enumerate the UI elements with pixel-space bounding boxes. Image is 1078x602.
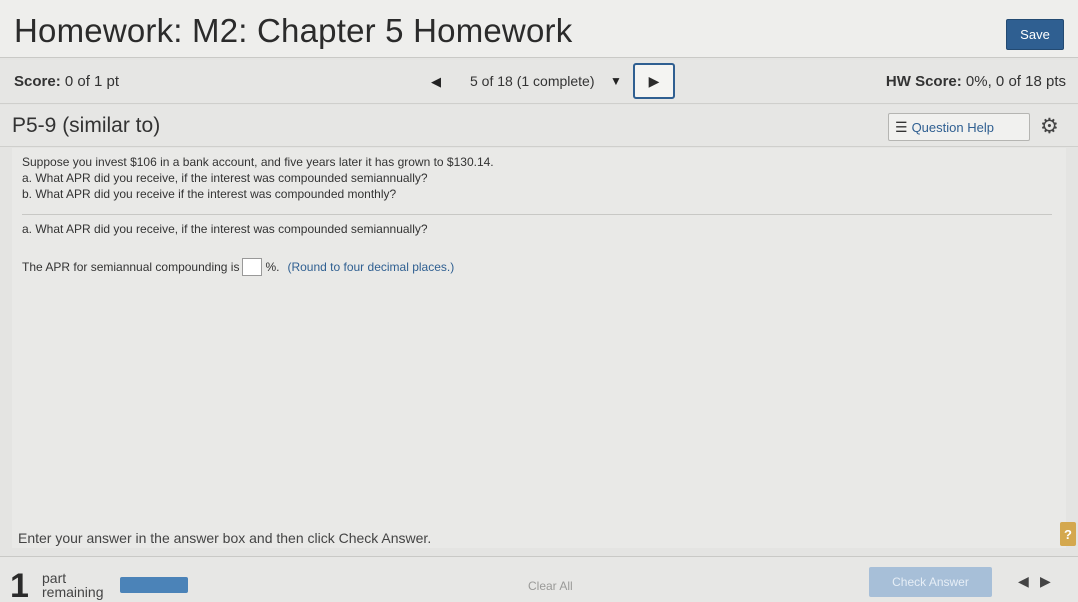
parts-progress-fill [120,577,188,593]
answer-suffix: %. [265,260,280,274]
question-id: P5-9 (similar to) [12,114,161,137]
current-part-question: a. What APR did you receive, if the inte… [22,222,428,236]
footer-next-icon[interactable]: ▶ [1040,573,1051,590]
check-answer-button[interactable]: Check Answer [869,567,992,597]
parts-remaining-count: 1 [10,567,29,602]
question-dropdown-icon[interactable]: ▼ [610,74,622,88]
apr-answer-input[interactable] [242,258,263,276]
parts-progress-bar [120,577,188,593]
hw-score: HW Score: 0%, 0 of 18 pts [886,73,1066,90]
parts-remaining-label: part remaining [42,571,103,599]
answer-instruction: Enter your answer in the answer box and … [18,530,432,546]
header-bar: Homework: M2: Chapter 5 Homework Save [0,0,1078,58]
problem-text: Suppose you invest $106 in a bank accoun… [22,155,494,169]
question-bar: P5-9 (similar to) ☰ Question Help ⚙ [0,105,1078,147]
next-question-button[interactable]: ▶ [633,63,675,99]
save-button[interactable]: Save [1006,19,1064,50]
parts-label-line-1: part [42,570,67,586]
gear-icon[interactable]: ⚙ [1040,114,1059,139]
answer-line: The APR for semiannual compounding is %.… [22,258,454,276]
problem-part-a: a. What APR did you receive, if the inte… [22,171,428,185]
answer-prefix: The APR for semiannual compounding is [22,260,240,274]
question-panel: Suppose you invest $106 in a bank accoun… [12,148,1066,548]
rounding-hint: (Round to four decimal places.) [287,260,455,274]
previous-question-icon[interactable]: ◀ [431,74,441,90]
score: Score: 0 of 1 pt [14,73,119,90]
next-question-icon: ▶ [648,72,660,89]
question-help-label: Question Help [911,119,994,135]
problem-statement: Suppose you invest $106 in a bank accoun… [22,154,1052,202]
page-title: Homework: M2: Chapter 5 Homework [14,12,573,49]
question-help-button[interactable]: ☰ Question Help [888,113,1030,141]
score-value: 0 of 1 pt [64,73,120,90]
footer-bar: 1 part remaining Clear All Check Answer … [0,556,1078,602]
score-label: Score: [14,73,61,90]
help-badge[interactable]: ? [1060,522,1076,546]
clear-all-button[interactable]: Clear All [528,579,573,593]
hw-score-value: 0%, 0 of 18 pts [965,73,1066,90]
problem-part-b: b. What APR did you receive if the inter… [22,187,397,201]
list-icon: ☰ [895,118,908,135]
hw-score-label: HW Score: [885,73,962,90]
parts-label-line-2: remaining [42,584,104,600]
score-bar: Score: 0 of 1 pt ◀ 5 of 18 (1 complete) … [0,60,1078,104]
divider [22,214,1052,215]
question-position[interactable]: 5 of 18 (1 complete) [470,73,595,89]
footer-previous-icon[interactable]: ◀ [1018,573,1029,590]
